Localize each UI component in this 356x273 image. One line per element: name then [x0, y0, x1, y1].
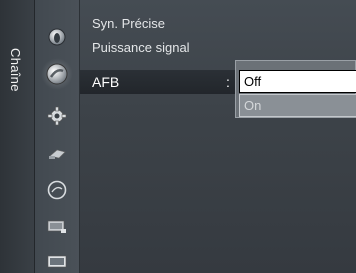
value-separator: : [226, 74, 230, 90]
category-tab: Chaîne [0, 0, 35, 273]
option-on[interactable]: On [239, 94, 356, 117]
menu-item-fine-tune[interactable]: Syn. Précise [80, 12, 356, 36]
menu-icon-column [35, 0, 80, 273]
input-icon[interactable] [45, 142, 69, 166]
menu-item-label: AFB [92, 74, 120, 90]
setup-icon[interactable] [45, 104, 69, 128]
menu-item-signal-strength[interactable]: Puissance signal [80, 36, 356, 60]
support-icon[interactable] [45, 215, 69, 239]
application-icon[interactable] [45, 178, 69, 202]
screen-icon[interactable] [45, 250, 69, 273]
afb-option-popup: Off On [235, 60, 356, 118]
menu-item-label: Syn. Précise [92, 16, 165, 31]
picture-icon[interactable] [45, 25, 69, 49]
category-label: Chaîne [8, 48, 23, 92]
tv-osd-menu: Chaîne Syn. Précise Puissance signal AFB… [0, 0, 356, 273]
channel-menu: Syn. Précise Puissance signal AFB : [80, 0, 356, 273]
menu-item-label: Puissance signal [92, 40, 190, 55]
channel-icon[interactable] [41, 58, 73, 90]
option-off[interactable]: Off [239, 70, 356, 93]
